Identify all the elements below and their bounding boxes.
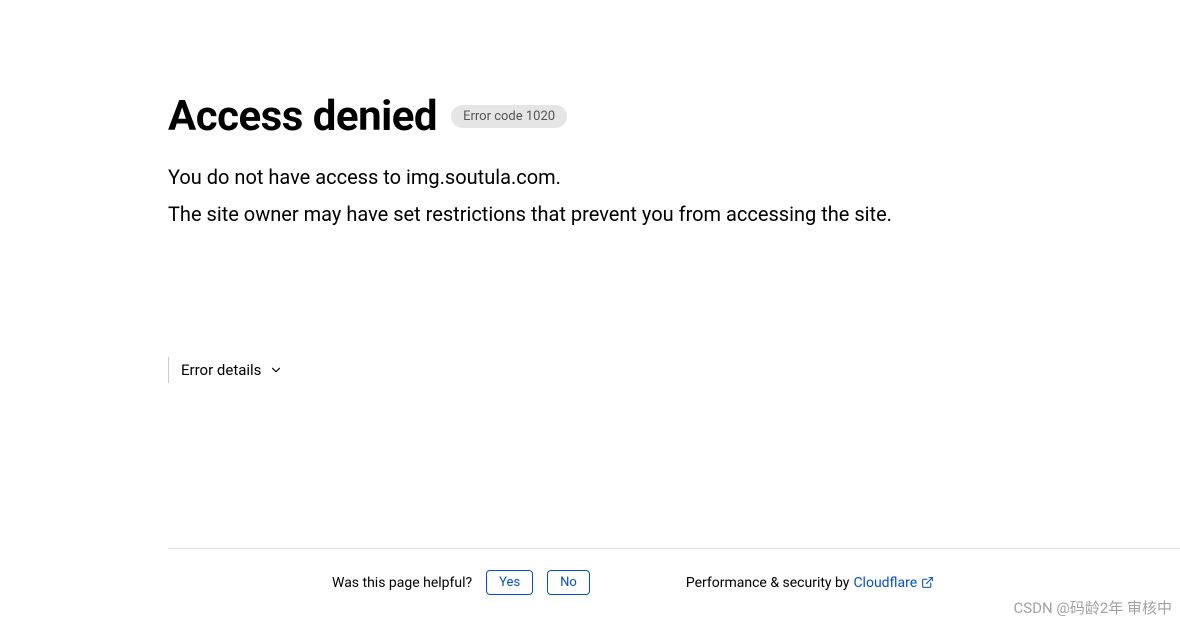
yes-button[interactable]: Yes [486, 570, 533, 595]
chevron-down-icon [269, 363, 283, 377]
security-prefix: Performance & security by [686, 575, 850, 591]
footer-divider [168, 548, 1180, 549]
cloudflare-link-label: Cloudflare [853, 575, 917, 591]
cloudflare-link[interactable]: Cloudflare [853, 575, 934, 591]
page-title: Access denied [168, 92, 437, 141]
external-link-icon [921, 576, 934, 589]
helpful-prompt: Was this page helpful? [332, 575, 472, 591]
watermark: CSDN @码龄2年 审核中 [1013, 597, 1172, 618]
error-code-badge: Error code 1020 [451, 105, 567, 128]
error-details-toggle[interactable]: Error details [168, 357, 283, 383]
no-button[interactable]: No [547, 570, 590, 595]
error-details-label: Error details [181, 361, 261, 379]
access-message-line1: You do not have access to img.soutula.co… [168, 159, 1012, 196]
access-message-line2: The site owner may have set restrictions… [168, 196, 1012, 233]
